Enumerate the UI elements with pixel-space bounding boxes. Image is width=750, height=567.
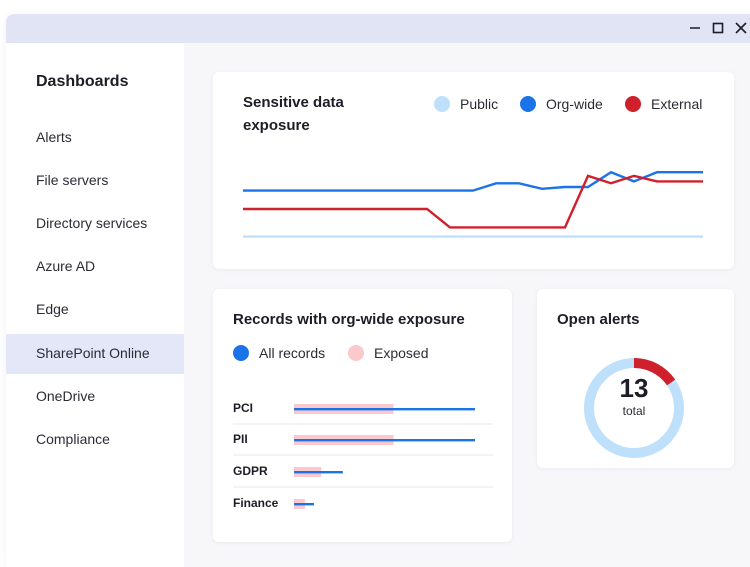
title-bar (6, 14, 750, 43)
app-window: Dashboards Alerts File servers Directory… (6, 14, 750, 567)
bar-all-records-pci (294, 408, 475, 411)
sidebar-item-label: Compliance (36, 431, 110, 447)
open-alerts-card: Open alerts 13 total (537, 289, 734, 468)
records-bar-chart (233, 404, 493, 509)
sidebar-item-label: File servers (36, 172, 109, 188)
bar-all-records-gdpr (294, 471, 343, 474)
sidebar-item-edge[interactable]: Edge (6, 290, 184, 330)
minimize-icon[interactable] (686, 19, 704, 37)
alerts-total-value: 13 (619, 373, 649, 403)
sidebar-item-onedrive[interactable]: OneDrive (6, 377, 184, 417)
bar-all-records-pii (294, 439, 475, 442)
bar-all-records-finance (294, 503, 314, 506)
maximize-icon[interactable] (709, 19, 727, 37)
sidebar-item-compliance[interactable]: Compliance (6, 420, 184, 460)
sidebar-item-label: Alerts (36, 129, 72, 145)
sidebar-item-file-servers[interactable]: File servers (6, 161, 184, 201)
sensitive-data-exposure-card: Sensitive data exposure Public Org-wide … (213, 72, 734, 269)
sidebar-item-directory-services[interactable]: Directory services (6, 204, 184, 244)
sidebar-item-label: Azure AD (36, 258, 96, 274)
sidebar-item-alerts[interactable]: Alerts (6, 118, 184, 158)
close-icon[interactable] (732, 19, 750, 37)
sidebar-item-label: Directory services (36, 215, 148, 231)
sidebar: Dashboards Alerts File servers Directory… (6, 43, 184, 567)
alerts-total-label: total (622, 404, 646, 418)
sidebar-item-label: SharePoint Online (36, 345, 150, 361)
sidebar-item-sharepoint-online[interactable]: SharePoint Online (6, 334, 184, 374)
sidebar-item-azure-ad[interactable]: Azure AD (6, 247, 184, 287)
records-exposure-card: Records with org-wide exposure All recor… (213, 289, 512, 542)
series-line-external (243, 174, 703, 229)
exposure-line-chart (243, 170, 703, 238)
sidebar-item-label: Edge (36, 301, 69, 317)
sidebar-item-label: OneDrive (36, 388, 96, 404)
sidebar-title: Dashboards (36, 73, 129, 90)
